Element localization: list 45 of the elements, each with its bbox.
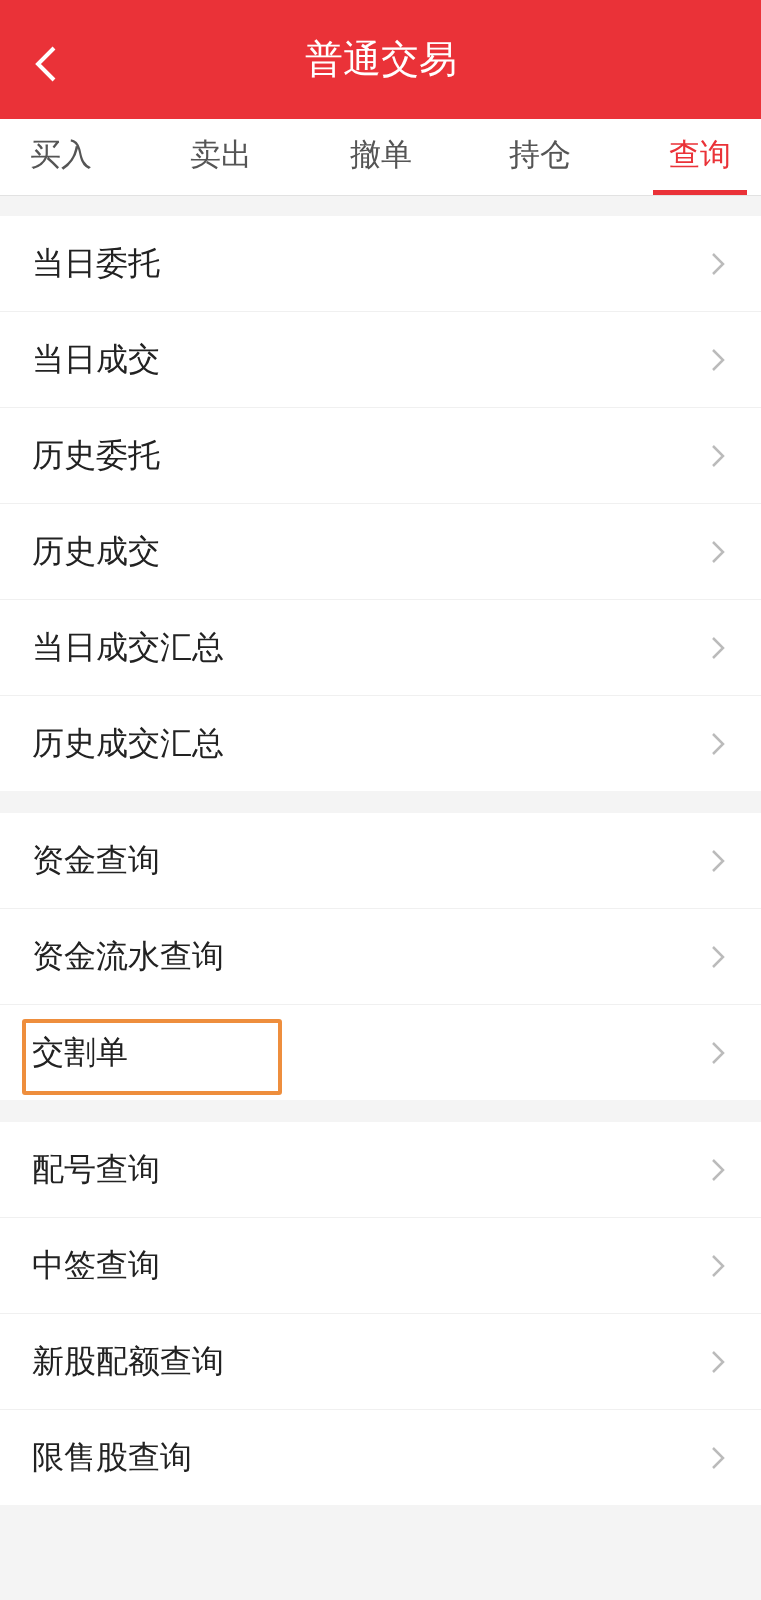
menu-item[interactable]: 资金查询	[0, 813, 761, 908]
menu-item[interactable]: 限售股查询	[0, 1409, 761, 1505]
chevron-right-icon	[711, 539, 725, 564]
menu-item-label: 当日委托	[32, 242, 160, 284]
menu-item[interactable]: 历史成交汇总	[0, 695, 761, 791]
menu-item-label: 当日成交汇总	[32, 626, 224, 668]
tab[interactable]: 卖出	[173, 119, 268, 195]
menu-item[interactable]: 资金流水查询	[0, 908, 761, 1004]
menu-item-label: 当日成交	[32, 338, 160, 380]
chevron-right-icon	[711, 731, 725, 756]
menu-item-label: 历史成交汇总	[32, 722, 224, 764]
chevron-right-icon	[711, 1157, 725, 1182]
menu-item-label: 新股配额查询	[32, 1340, 224, 1382]
tab[interactable]: 查询	[653, 119, 747, 195]
menu-item[interactable]: 历史委托	[0, 407, 761, 503]
menu-item-label: 配号查询	[32, 1148, 160, 1190]
chevron-right-icon	[711, 347, 725, 372]
chevron-right-icon	[711, 635, 725, 660]
menu-item[interactable]: 当日成交	[0, 311, 761, 407]
menu-item-label: 历史委托	[32, 434, 160, 476]
chevron-right-icon	[711, 848, 725, 873]
page-title: 普通交易	[304, 36, 457, 83]
chevron-right-icon	[711, 251, 725, 276]
menu-item-label: 历史成交	[32, 530, 160, 572]
menu-item[interactable]: 当日委托	[0, 216, 761, 311]
chevron-right-icon	[711, 1253, 725, 1278]
chevron-right-icon	[711, 1040, 725, 1065]
chevron-right-icon	[711, 1445, 725, 1470]
menu-item[interactable]: 中签查询	[0, 1217, 761, 1313]
menu-item[interactable]: 新股配额查询	[0, 1313, 761, 1409]
menu-item[interactable]: 配号查询	[0, 1122, 761, 1217]
tab[interactable]: 买入	[14, 119, 108, 195]
chevron-right-icon	[711, 944, 725, 969]
tab[interactable]: 撤单	[333, 119, 428, 195]
menu-item[interactable]: 当日成交汇总	[0, 599, 761, 695]
menu-item-label: 中签查询	[32, 1244, 160, 1286]
menu-item[interactable]: 历史成交	[0, 503, 761, 599]
tab[interactable]: 持仓	[493, 119, 588, 195]
menu-item[interactable]: 交割单	[0, 1004, 761, 1100]
chevron-right-icon	[711, 1349, 725, 1374]
menu-item-label: 限售股查询	[32, 1436, 192, 1478]
menu-item-label: 资金流水查询	[32, 935, 224, 977]
menu-item-label: 资金查询	[32, 839, 160, 881]
chevron-right-icon	[711, 443, 725, 468]
menu-item-label: 交割单	[32, 1031, 128, 1073]
